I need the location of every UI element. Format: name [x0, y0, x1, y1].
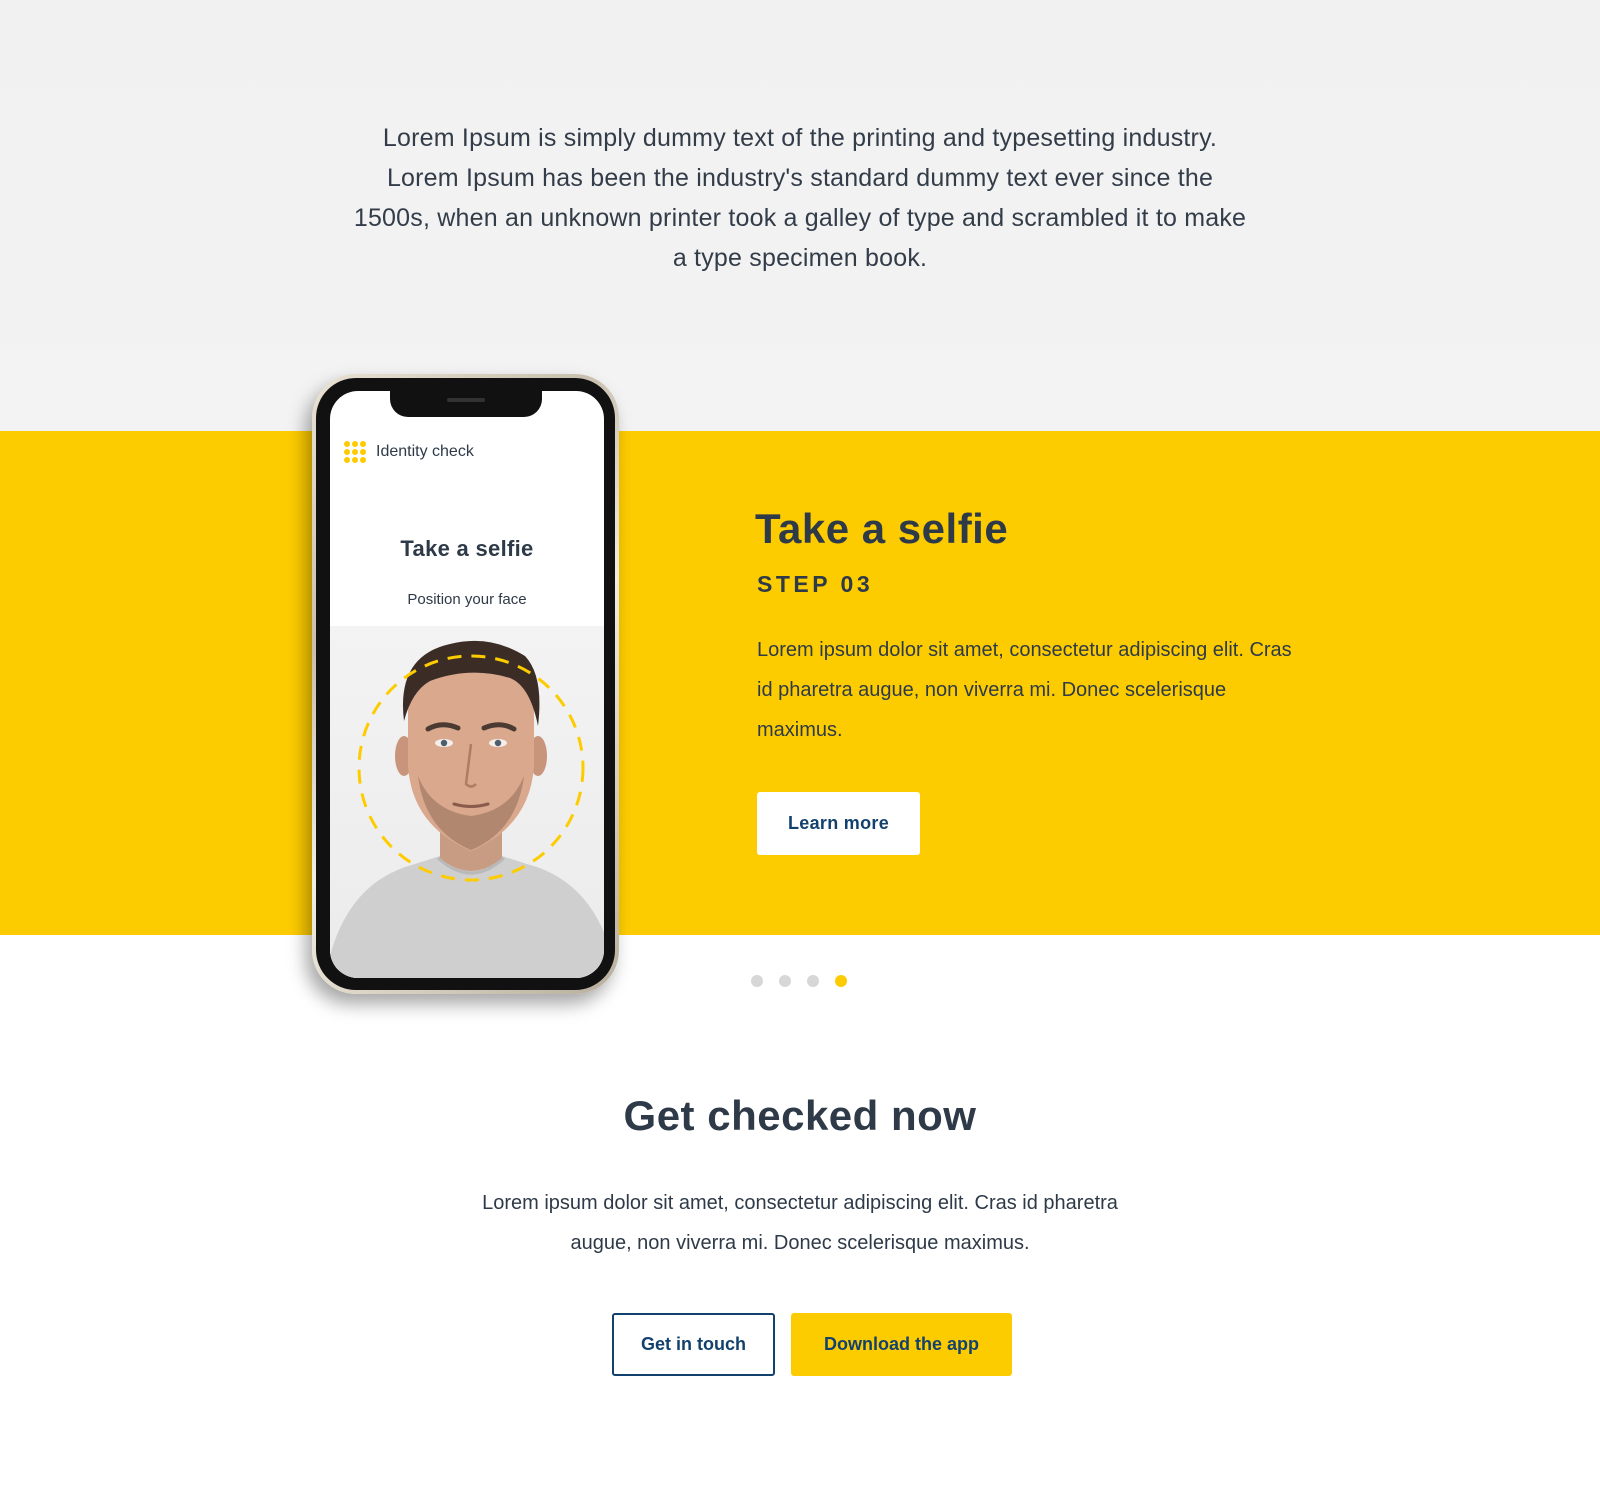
carousel-dot-4[interactable]: [835, 975, 847, 987]
app-title: Identity check: [376, 443, 474, 460]
screen-heading: Take a selfie: [400, 536, 534, 561]
intro-text: Lorem Ipsum is simply dummy text of the …: [353, 124, 1247, 272]
carousel-dot-1[interactable]: [751, 975, 763, 987]
carousel-dot-3[interactable]: [807, 975, 819, 987]
phone-mockup: Identity check Take a selfie Position yo…: [312, 374, 619, 994]
step-number-label: STEP 03: [757, 571, 874, 597]
phone-screen: Identity check Take a selfie Position yo…: [330, 391, 604, 978]
phone-bezel: Identity check Take a selfie Position yo…: [316, 378, 615, 990]
selfie-photo: [330, 626, 604, 978]
dot-grid-icon: [344, 441, 366, 463]
get-in-touch-button[interactable]: Get in touch: [612, 1313, 775, 1376]
intro-section: Lorem Ipsum is simply dummy text of the …: [0, 0, 1600, 431]
cta-title: Get checked now: [623, 1092, 977, 1139]
step-title: Take a selfie: [755, 505, 1009, 552]
cta-description: Lorem ipsum dolor sit amet, consectetur …: [482, 1192, 1118, 1254]
screen-subheading: Position your face: [407, 591, 527, 608]
phone-notch: [390, 391, 542, 417]
step-description: Lorem ipsum dolor sit amet, consectetur …: [757, 639, 1292, 741]
learn-more-button[interactable]: Learn more: [757, 792, 920, 855]
selfie-illustration: [330, 640, 604, 978]
carousel-pagination: [751, 975, 847, 987]
carousel-dot-2[interactable]: [779, 975, 791, 987]
app-header: Identity check: [344, 441, 474, 463]
phone-speaker: [447, 398, 485, 402]
download-app-button[interactable]: Download the app: [791, 1313, 1012, 1376]
